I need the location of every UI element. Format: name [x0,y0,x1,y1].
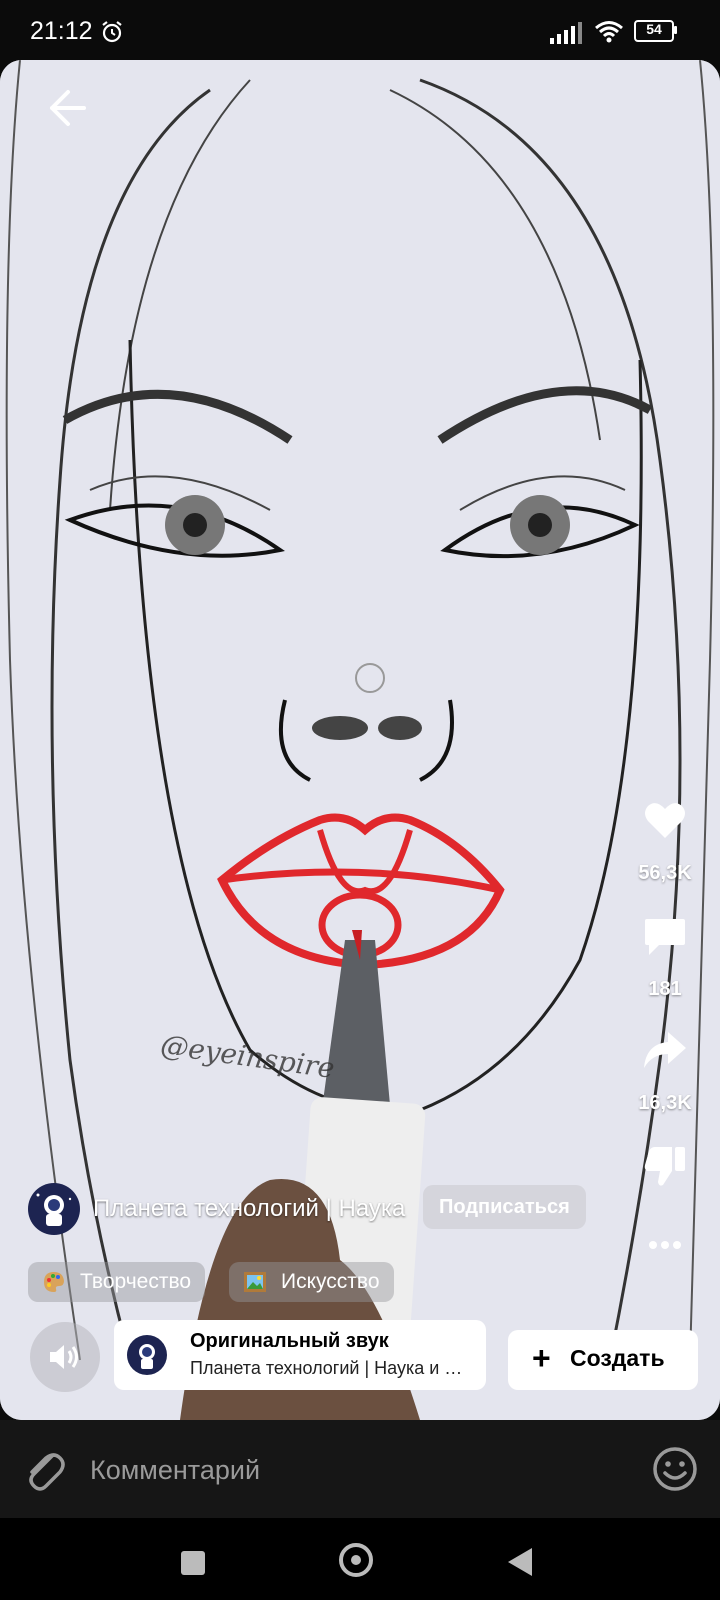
author-name[interactable]: Планета технологий | Наука [93,1195,428,1223]
astronaut-icon [36,1193,72,1226]
speech-bubble-icon [645,919,685,955]
astronaut-icon [139,1344,155,1369]
share-arrow-icon [644,1032,686,1068]
palette-icon [44,1272,64,1292]
smiley-icon[interactable] [652,1446,698,1492]
audio-title: Оригинальный звук [190,1330,389,1352]
status-bar: 21:12 54 [0,0,720,60]
paperclip-icon[interactable] [22,1444,66,1492]
more-options-button[interactable] [610,1240,720,1250]
wifi-icon [595,21,623,43]
thumbs-down-icon [644,1147,685,1186]
audio-subtitle: Планета технологий | Наука и техника [190,1358,470,1378]
author-row: Планета технологий | Наука Подписаться [28,1183,588,1235]
tag-chip-creativity[interactable]: Творчество [28,1262,206,1302]
status-time: 21:12 [30,17,93,45]
back-triangle-button[interactable] [508,1548,532,1576]
create-label: Создать [570,1345,665,1371]
battery-level: 54 [646,21,662,37]
audio-card[interactable]: Оригинальный звук Планета технологий | Н… [114,1320,486,1390]
comment-count: 181 [648,978,682,1000]
like-count: 56,3K [638,862,692,884]
speaker-icon [50,1345,78,1369]
tag-label: Творчество [80,1270,192,1293]
audio-avatar [127,1335,167,1375]
comment-button[interactable] [610,915,720,959]
system-nav-bar [0,1518,720,1600]
author-avatar[interactable] [28,1183,80,1235]
home-button[interactable] [339,1543,373,1577]
heart-icon [645,803,685,838]
like-button[interactable] [610,800,720,840]
plus-icon: + [532,1340,551,1376]
tag-chip-art[interactable]: Искусство [229,1262,394,1302]
alarm-icon [102,21,122,43]
comment-bar [0,1420,720,1518]
subscribe-button[interactable]: Подписаться [423,1185,586,1229]
back-arrow-icon[interactable] [38,80,94,136]
battery-icon: 54 [634,20,678,42]
dislike-button[interactable] [610,1145,720,1187]
tag-label: Искусство [281,1270,380,1293]
more-dots-icon [649,1241,681,1249]
signal-icon [550,22,582,44]
share-count: 16,3K [638,1092,692,1114]
share-button[interactable] [610,1030,720,1070]
recent-apps-button[interactable] [181,1551,205,1575]
sound-toggle-button[interactable] [30,1322,100,1392]
framed-picture-icon [244,1272,266,1292]
comment-input[interactable] [88,1444,622,1496]
create-button[interactable]: + Создать [508,1330,698,1390]
